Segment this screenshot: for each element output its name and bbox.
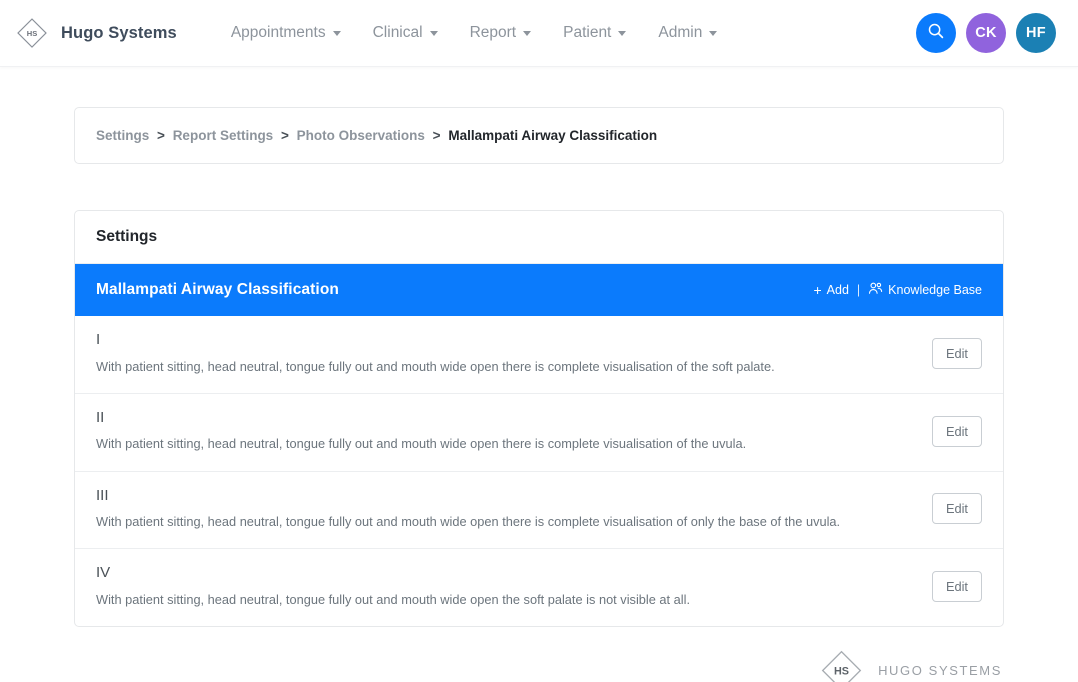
row-title: I [96,332,914,349]
action-divider: | [857,283,860,297]
chevron-down-icon [709,31,717,36]
edit-button[interactable]: Edit [932,571,982,602]
row-content: IV With patient sitting, head neutral, t… [96,565,932,608]
row-content: I With patient sitting, head neutral, to… [96,332,932,375]
nav-item-label: Report [470,24,517,42]
knowledge-base-label: Knowledge Base [888,283,982,297]
breadcrumb-item-photo-observations[interactable]: Photo Observations [297,128,425,143]
nav-item-admin[interactable]: Admin [642,18,733,48]
breadcrumb-separator: > [157,128,165,143]
search-button[interactable] [916,13,956,53]
add-button[interactable]: + Add [813,283,848,297]
breadcrumb-item-settings[interactable]: Settings [96,128,149,143]
table-row: I With patient sitting, head neutral, to… [75,316,1003,394]
plus-icon: + [813,283,821,297]
avatar-ck[interactable]: CK [966,13,1006,53]
footer: HS HUGO SYSTEMS [38,627,1040,682]
table-row: II With patient sitting, head neutral, t… [75,394,1003,472]
settings-card: Settings Mallampati Airway Classificatio… [74,210,1004,627]
nav-item-label: Admin [658,24,702,42]
content-container: Settings > Report Settings > Photo Obser… [74,107,1004,627]
avatar-initials: HF [1026,25,1046,41]
svg-text:HS: HS [834,666,849,678]
section-header-bar: Mallampati Airway Classification + Add | [75,264,1003,316]
row-description: With patient sitting, head neutral, tong… [96,358,914,375]
section-title: Mallampati Airway Classification [96,281,339,299]
row-description: With patient sitting, head neutral, tong… [96,591,914,608]
page-body: Settings > Report Settings > Photo Obser… [0,107,1078,682]
edit-button[interactable]: Edit [932,416,982,447]
edit-button[interactable]: Edit [932,338,982,369]
breadcrumb: Settings > Report Settings > Photo Obser… [74,107,1004,164]
row-content: III With patient sitting, head neutral, … [96,488,932,531]
row-title: II [96,410,914,427]
breadcrumb-separator: > [433,128,441,143]
nav-item-report[interactable]: Report [454,18,548,48]
top-navbar: HS Hugo Systems Appointments Clinical Re… [0,0,1078,67]
row-title: IV [96,565,914,582]
footer-brand-name: HUGO SYSTEMS [878,663,1002,678]
chevron-down-icon [333,31,341,36]
add-button-label: Add [827,283,849,297]
hugo-systems-diamond-logo-icon: HS [818,647,865,682]
edit-button[interactable]: Edit [932,493,982,524]
navbar-right-actions: CK HF [916,13,1056,53]
avatar-hf[interactable]: HF [1016,13,1056,53]
chevron-down-icon [618,31,626,36]
table-row: III With patient sitting, head neutral, … [75,472,1003,550]
settings-card-title: Settings [75,211,1003,264]
nav-item-label: Appointments [231,24,326,42]
nav-item-label: Clinical [373,24,423,42]
row-title: III [96,488,914,505]
breadcrumb-item-current: Mallampati Airway Classification [448,128,657,143]
main-nav: Appointments Clinical Report Patient Adm… [215,18,733,48]
knowledge-base-button[interactable]: Knowledge Base [868,282,982,298]
avatar-initials: CK [975,25,997,41]
brand-name: Hugo Systems [61,24,177,43]
row-content: II With patient sitting, head neutral, t… [96,410,932,453]
nav-item-label: Patient [563,24,611,42]
table-row: IV With patient sitting, head neutral, t… [75,549,1003,626]
nav-item-appointments[interactable]: Appointments [215,18,357,48]
brand-logo-link[interactable]: HS Hugo Systems [14,15,177,51]
row-description: With patient sitting, head neutral, tong… [96,513,914,530]
users-icon [868,282,883,298]
section-actions: + Add | Knowledge Ba [813,282,982,298]
svg-text:HS: HS [27,29,37,38]
nav-item-clinical[interactable]: Clinical [357,18,454,48]
row-description: With patient sitting, head neutral, tong… [96,435,914,452]
chevron-down-icon [523,31,531,36]
hugo-systems-diamond-logo-icon: HS [14,15,50,51]
chevron-down-icon [430,31,438,36]
breadcrumb-item-report-settings[interactable]: Report Settings [173,128,274,143]
search-icon [927,22,945,44]
breadcrumb-separator: > [281,128,289,143]
nav-item-patient[interactable]: Patient [547,18,642,48]
